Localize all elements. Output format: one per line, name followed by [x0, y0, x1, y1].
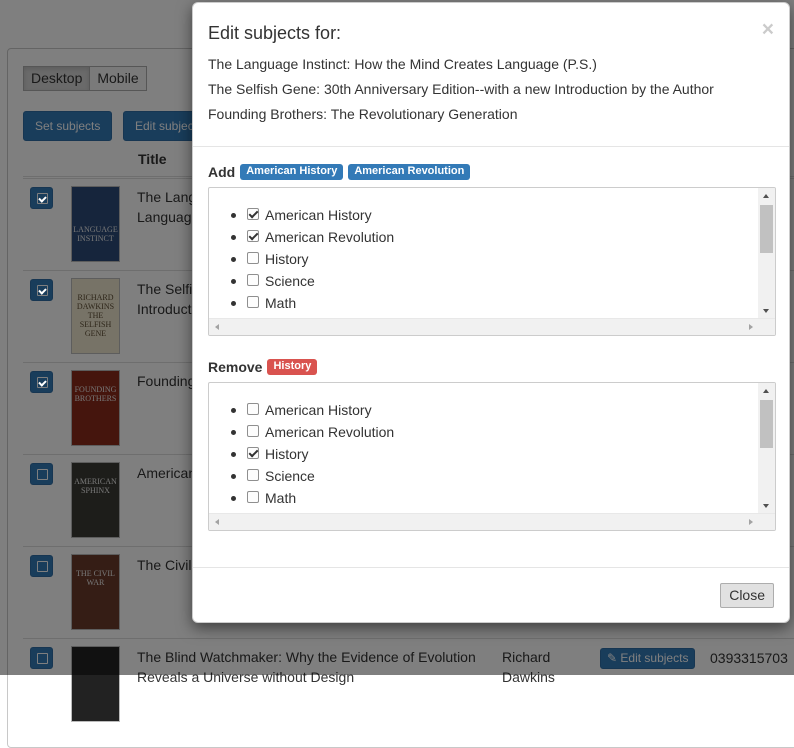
selected-book: The Selfish Gene: 30th Anniversary Editi… [208, 81, 714, 97]
remove-option-checkbox[interactable] [247, 469, 259, 482]
vertical-scrollbar[interactable] [758, 188, 775, 319]
add-label: Add [208, 164, 236, 180]
remove-option-checkbox[interactable] [247, 403, 259, 416]
remove-subjects-list[interactable]: American History American Revolution His… [208, 382, 776, 531]
edit-subjects-modal: Edit subjects for: × The Language Instin… [192, 2, 790, 623]
remove-option[interactable]: History [231, 443, 775, 465]
add-option[interactable]: Science [231, 270, 775, 292]
remove-option-checkbox[interactable] [247, 491, 259, 504]
add-option-label: Science [265, 273, 315, 289]
scroll-right-icon[interactable] [749, 519, 753, 525]
horizontal-scrollbar[interactable] [209, 318, 775, 335]
scroll-up-icon[interactable] [763, 389, 769, 393]
modal-footer-divider [193, 567, 789, 568]
remove-option[interactable]: American Revolution [231, 421, 775, 443]
add-option-label: History [265, 251, 309, 267]
add-option-checkbox[interactable] [247, 274, 259, 287]
remove-option-checkbox[interactable] [247, 447, 259, 460]
remove-option-checkbox[interactable] [247, 425, 259, 438]
remove-option-label: American History [265, 402, 372, 418]
close-button[interactable]: Close [720, 583, 774, 608]
selected-book: The Language Instinct: How the Mind Crea… [208, 56, 597, 72]
add-option-checkbox[interactable] [247, 230, 259, 243]
remove-option-label: Math [265, 490, 297, 506]
scroll-right-icon[interactable] [749, 324, 753, 330]
remove-option[interactable]: Math [231, 487, 775, 509]
add-tag: American History [240, 164, 344, 180]
scroll-left-icon[interactable] [215, 324, 219, 330]
remove-option-label: American Revolution [265, 424, 395, 440]
remove-option-label: Science [265, 468, 315, 484]
add-option[interactable]: American History [231, 204, 775, 226]
remove-section-header: Remove History [208, 359, 318, 375]
close-icon[interactable]: × [762, 19, 774, 40]
add-option-checkbox[interactable] [247, 296, 259, 309]
add-option[interactable]: History [231, 248, 775, 270]
add-tag: American Revolution [348, 164, 471, 180]
scroll-down-icon[interactable] [763, 309, 769, 313]
scroll-down-icon[interactable] [763, 504, 769, 508]
add-option-label: Math [265, 295, 297, 311]
remove-option[interactable]: Science [231, 465, 775, 487]
scrollbar-thumb[interactable] [760, 400, 773, 448]
remove-label: Remove [208, 359, 263, 375]
selected-book: Founding Brothers: The Revolutionary Gen… [208, 106, 518, 122]
add-section-header: Add American History American Revolution [208, 164, 471, 180]
modal-header: Edit subjects for: × The Language Instin… [193, 3, 789, 147]
vertical-scrollbar[interactable] [758, 383, 775, 514]
scroll-up-icon[interactable] [763, 194, 769, 198]
horizontal-scrollbar[interactable] [209, 513, 775, 530]
remove-tag: History [267, 359, 318, 375]
scrollbar-thumb[interactable] [760, 205, 773, 253]
add-option-label: American Revolution [265, 229, 395, 245]
scroll-left-icon[interactable] [215, 519, 219, 525]
add-option[interactable]: American Revolution [231, 226, 775, 248]
remove-option[interactable]: American History [231, 399, 775, 421]
remove-option-label: History [265, 446, 309, 462]
add-option-checkbox[interactable] [247, 208, 259, 221]
add-option[interactable]: Math [231, 292, 775, 314]
add-option-label: American History [265, 207, 372, 223]
add-subjects-list[interactable]: American History American Revolution His… [208, 187, 776, 336]
modal-title: Edit subjects for: [208, 23, 342, 43]
add-option-checkbox[interactable] [247, 252, 259, 265]
